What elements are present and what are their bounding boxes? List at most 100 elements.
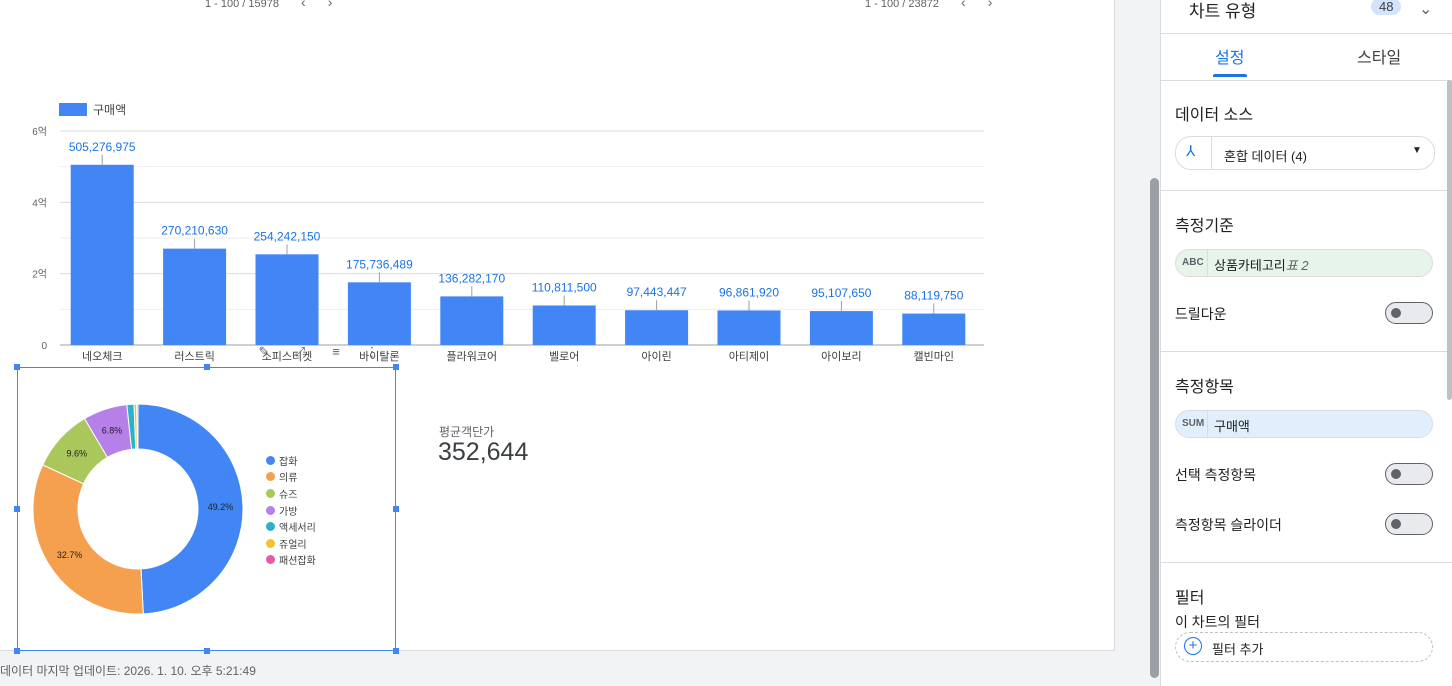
bar	[625, 310, 689, 345]
data-source-title: 데이터 소스	[1175, 107, 1254, 124]
filter-icon[interactable]: ≡	[327, 344, 345, 360]
pie-legend-item: 잡화	[266, 452, 316, 469]
sum-type-icon: SUM	[1182, 418, 1205, 429]
chart-toolbar: ✎ ⤢ ≡ ⋮	[255, 344, 381, 360]
drilldown-label: 드릴다운	[1175, 306, 1227, 322]
metric-slider-label: 측정항목 슬라이더	[1175, 517, 1282, 533]
pie-legend-item: 의류	[266, 469, 316, 486]
pie-legend-item: 가방	[266, 502, 316, 519]
bar	[440, 296, 504, 345]
metric-title: 측정항목	[1175, 379, 1234, 396]
data-label: 270,210,630	[161, 224, 228, 238]
dimension-title: 측정기준	[1175, 218, 1234, 235]
legend-dot	[266, 522, 275, 532]
metric-name: 구매액	[1214, 419, 1250, 434]
resize-handle[interactable]	[14, 506, 20, 512]
panel-scrollbar[interactable]	[1447, 80, 1452, 400]
x-tick-label: 벨로어	[549, 350, 579, 363]
metric-slider-toggle[interactable]	[1385, 513, 1433, 535]
y-tick-label: 4억	[32, 197, 47, 209]
pie-legend-item: 슈즈	[266, 485, 316, 502]
add-filter-label: 필터 추가	[1212, 642, 1264, 657]
legend-dot	[266, 555, 275, 565]
dropdown-arrow-icon: ▼	[1412, 145, 1422, 156]
bar	[809, 311, 873, 345]
data-label: 254,242,150	[254, 229, 321, 243]
chart-type-label[interactable]: 차트 유형	[1189, 0, 1256, 22]
legend-dot	[266, 505, 275, 515]
x-tick-label: 캘빈마인	[914, 350, 954, 363]
resize-handle[interactable]	[393, 506, 399, 512]
chevron-down-icon[interactable]: ⌄	[1419, 0, 1432, 19]
bar	[717, 310, 781, 345]
resize-handle[interactable]	[14, 648, 20, 654]
dimension-name: 상품카테고리표 2	[1214, 255, 1309, 274]
pie-legend-item: 패션잡화	[266, 552, 316, 569]
optional-metrics-label: 선택 측정항목	[1175, 467, 1257, 483]
legend-dot	[266, 538, 275, 548]
x-tick-label: 네오체크	[82, 350, 122, 363]
scorecard-value: 352,644	[438, 438, 529, 466]
pie-legend-item: 액세서리	[266, 518, 316, 535]
canvas-scrollbar[interactable]	[1150, 178, 1159, 678]
legend-label: 슈즈	[279, 489, 298, 501]
pie-value-label: 9.6%	[67, 449, 88, 459]
resize-handle[interactable]	[204, 648, 210, 654]
tab-setup[interactable]: 설정	[1215, 44, 1244, 68]
toggle-knob	[1391, 308, 1401, 318]
legend-dot	[266, 472, 275, 482]
y-tick-label: 0	[41, 341, 47, 352]
section-divider	[1161, 190, 1452, 191]
chart-filter-label: 이 차트의 필터	[1175, 614, 1261, 630]
divider	[1207, 250, 1208, 276]
bar	[255, 254, 319, 345]
data-label: 97,443,447	[627, 285, 687, 299]
x-tick-label: 러스트릭	[174, 350, 214, 363]
pie-legend-item: 쥬얼리	[266, 535, 316, 552]
pie-chart[interactable]: 49.2% 32.7% 9.6% 6.8%	[18, 368, 397, 652]
more-icon[interactable]: ⋮	[363, 344, 381, 360]
divider	[1211, 137, 1212, 169]
active-tab-indicator	[1213, 74, 1247, 77]
bar	[902, 313, 966, 345]
add-filter-button[interactable]: + 필터 추가	[1175, 632, 1433, 662]
toggle-knob	[1391, 519, 1401, 529]
x-tick-label: 플라워코어	[446, 350, 497, 363]
expand-icon[interactable]: ⤢	[291, 344, 309, 360]
section-divider	[1161, 351, 1452, 352]
toggle-knob	[1391, 469, 1401, 479]
blend-icon: ⅄	[1186, 143, 1196, 160]
pie-chart-selection[interactable]: 49.2% 32.7% 9.6% 6.8% 잡화 의류슈즈가방 액세서리 쥬얼리 패션잡화	[17, 367, 396, 651]
bar	[70, 164, 134, 345]
bar	[532, 305, 596, 345]
resize-handle[interactable]	[393, 364, 399, 370]
dimension-source: 표 2	[1285, 258, 1309, 273]
edit-icon[interactable]: ✎	[255, 344, 273, 360]
add-circle-icon: +	[1184, 637, 1202, 655]
bar-chart[interactable]: 0 2억 4억 6억 505,276,975 네오체크 270,210,630 러스트릭 254…	[0, 0, 1000, 380]
pie-slice	[32, 464, 144, 615]
resize-handle[interactable]	[14, 364, 20, 370]
divider	[1207, 411, 1208, 437]
resize-handle[interactable]	[204, 364, 210, 370]
data-label: 88,119,750	[904, 289, 963, 303]
data-label: 175,736,489	[346, 257, 413, 271]
tab-style[interactable]: 스타일	[1357, 44, 1401, 68]
data-source-select[interactable]: ⅄ 혼합 데이터 (4) ▼	[1175, 136, 1435, 170]
data-label: 505,276,975	[69, 140, 136, 154]
properties-panel: 차트 유형 48 ⌄ 설정 스타일 데이터 소스 ⅄ 혼합 데이터 (4) ▼ …	[1160, 0, 1452, 686]
chart-type-badge: 48	[1371, 0, 1402, 15]
optional-metrics-toggle[interactable]	[1385, 463, 1433, 485]
filter-title: 필터	[1175, 590, 1205, 607]
section-divider	[1161, 562, 1452, 563]
x-tick-label: 아티제이	[729, 350, 769, 363]
legend-dot	[266, 488, 275, 498]
dimension-chip[interactable]: ABC 상품카테고리표 2	[1175, 249, 1433, 277]
pie-slice	[136, 403, 139, 450]
resize-handle[interactable]	[393, 648, 399, 654]
drilldown-toggle[interactable]	[1385, 302, 1433, 324]
legend-label: 가방	[279, 506, 298, 518]
last-updated-text: 데이터 마지막 업데이트: 2026. 1. 10. 오후 5:21:49	[0, 664, 256, 678]
bar	[163, 248, 227, 345]
metric-chip[interactable]: SUM 구매액	[1175, 410, 1433, 438]
